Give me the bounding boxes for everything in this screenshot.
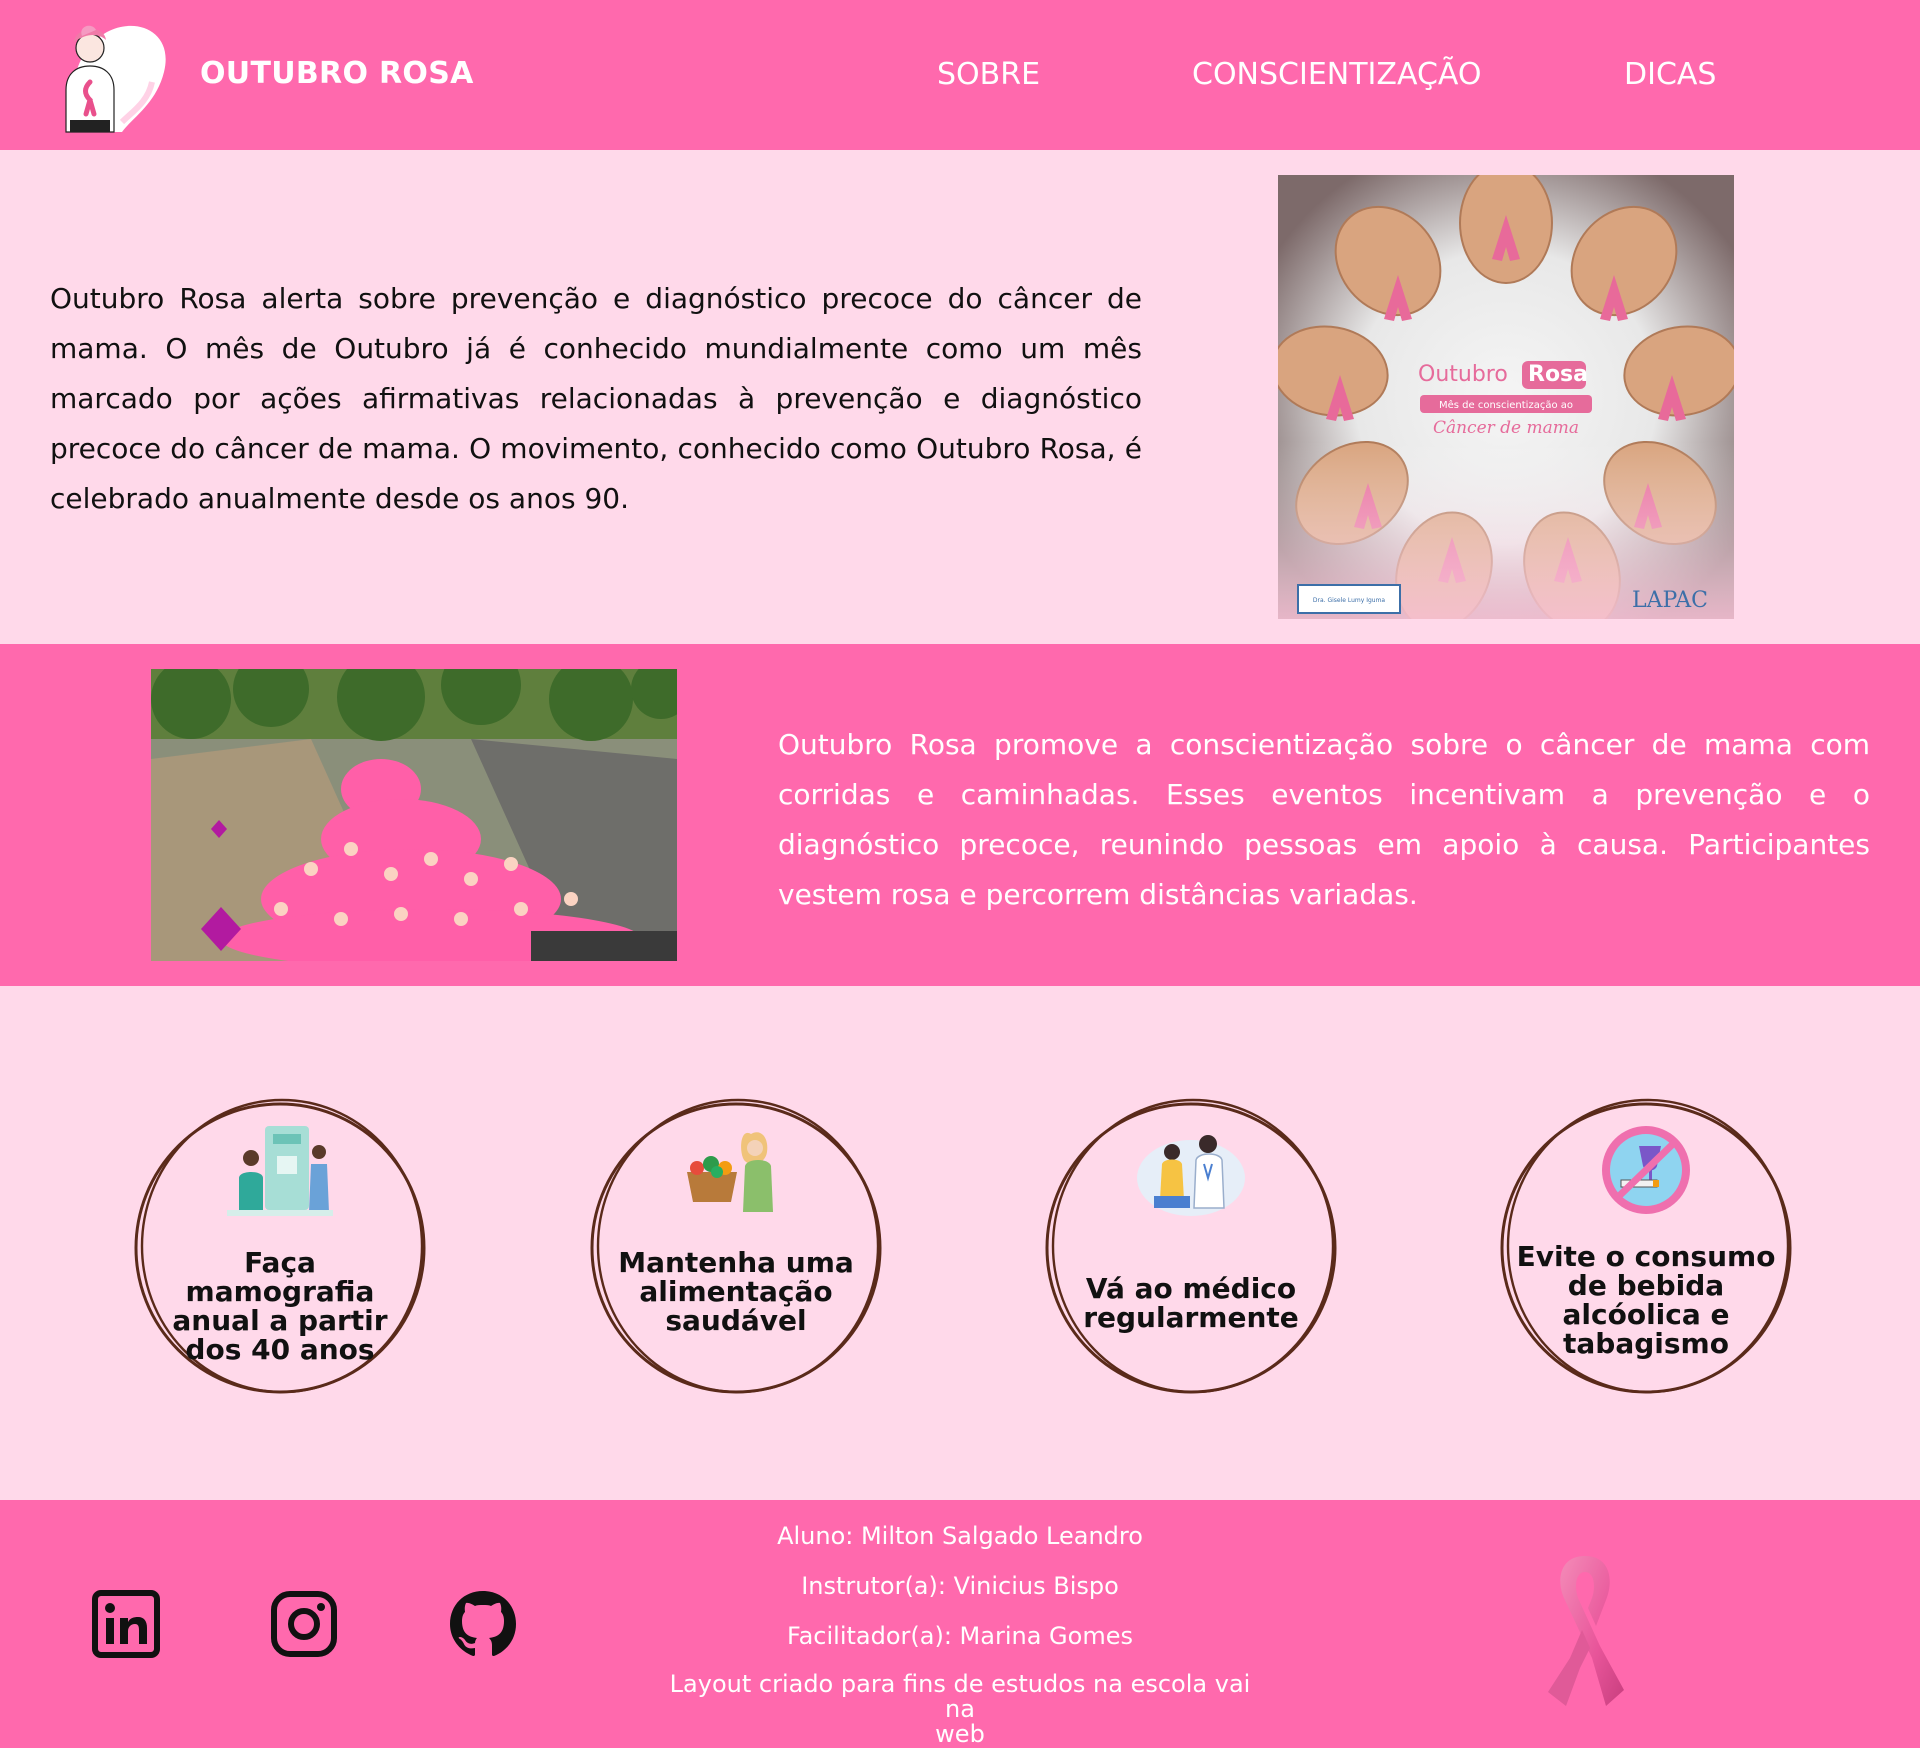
about-text: Outubro Rosa alerta sobre prevenção e di…: [50, 282, 1142, 515]
instagram-icon[interactable]: [268, 1588, 340, 1660]
image-subtitle: Mês de conscientização ao: [1439, 399, 1573, 411]
tip-label-no-alcohol: Evite o consumo de bebida alcóolica e ta…: [1516, 1240, 1776, 1360]
nav-conscientizacao[interactable]: CONSCIENTIZAÇÃO: [1192, 57, 1482, 92]
image-script: Câncer de mama: [1433, 418, 1579, 438]
github-icon[interactable]: [447, 1588, 519, 1660]
site-footer: Aluno: Milton Salgado Leandro Instrutor(…: [0, 1500, 1920, 1748]
footer-facilitator: Facilitador(a): Marina Gomes: [787, 1622, 1133, 1650]
no-alcohol-smoking-icon: [1602, 1126, 1690, 1214]
image-title-b: Rosa: [1528, 362, 1588, 387]
tip-label-mammography: Faça mamografia anual a partir dos 40 an…: [172, 1246, 388, 1366]
tip-card-food: Mantenha uma alimentação saudável: [586, 1098, 886, 1398]
tip-card-doctor: Vá ao médico regularmente: [1041, 1098, 1341, 1398]
about-section: Outubro Rosa alerta sobre prevenção e di…: [0, 150, 1920, 644]
nav-sobre[interactable]: SOBRE: [937, 57, 1040, 92]
woman-with-ribbon-logo[interactable]: [52, 22, 172, 134]
healthy-food-icon: [687, 1132, 773, 1212]
tip-label-doctor: Vá ao médico regularmente: [1083, 1272, 1299, 1334]
tip-label-food: Mantenha uma alimentação saudável: [618, 1246, 854, 1337]
tip-card-no-alcohol: Evite o consumo de bebida alcóolica e ta…: [1496, 1098, 1796, 1398]
footer-student: Aluno: Milton Salgado Leandro: [777, 1522, 1143, 1550]
hands-ribbons-image: Outubro Rosa Mês de conscientização ao C…: [1278, 175, 1734, 619]
tip-card-mammography: Faça mamografia anual a partir dos 40 an…: [130, 1098, 430, 1398]
site-title[interactable]: OUTUBRO ROSA: [200, 56, 474, 91]
mammography-icon: [227, 1126, 333, 1216]
linkedin-icon[interactable]: [90, 1588, 162, 1660]
awareness-text: Outubro Rosa promove a conscientização s…: [778, 728, 1870, 911]
pink-walk-photo: [151, 669, 677, 961]
doctor-visit-icon: [1137, 1135, 1245, 1216]
image-logo: LAPAC: [1632, 588, 1708, 613]
footer-instructor: Instrutor(a): Vinicius Bispo: [801, 1572, 1119, 1600]
image-badge: Dra. Gisele Lumy Iguma: [1313, 597, 1386, 604]
tips-section: Faça mamografia anual a partir dos 40 an…: [0, 986, 1920, 1500]
image-title-a: Outubro: [1418, 362, 1508, 387]
pink-ribbon-icon: [1548, 1556, 1624, 1706]
footer-note: Layout criado para fins de estudos na es…: [669, 1670, 1251, 1748]
awareness-section: Outubro Rosa promove a conscientização s…: [0, 644, 1920, 986]
nav-dicas[interactable]: DICAS: [1624, 57, 1716, 92]
site-header: OUTUBRO ROSA SOBRE CONSCIENTIZAÇÃO DICAS: [0, 0, 1920, 150]
